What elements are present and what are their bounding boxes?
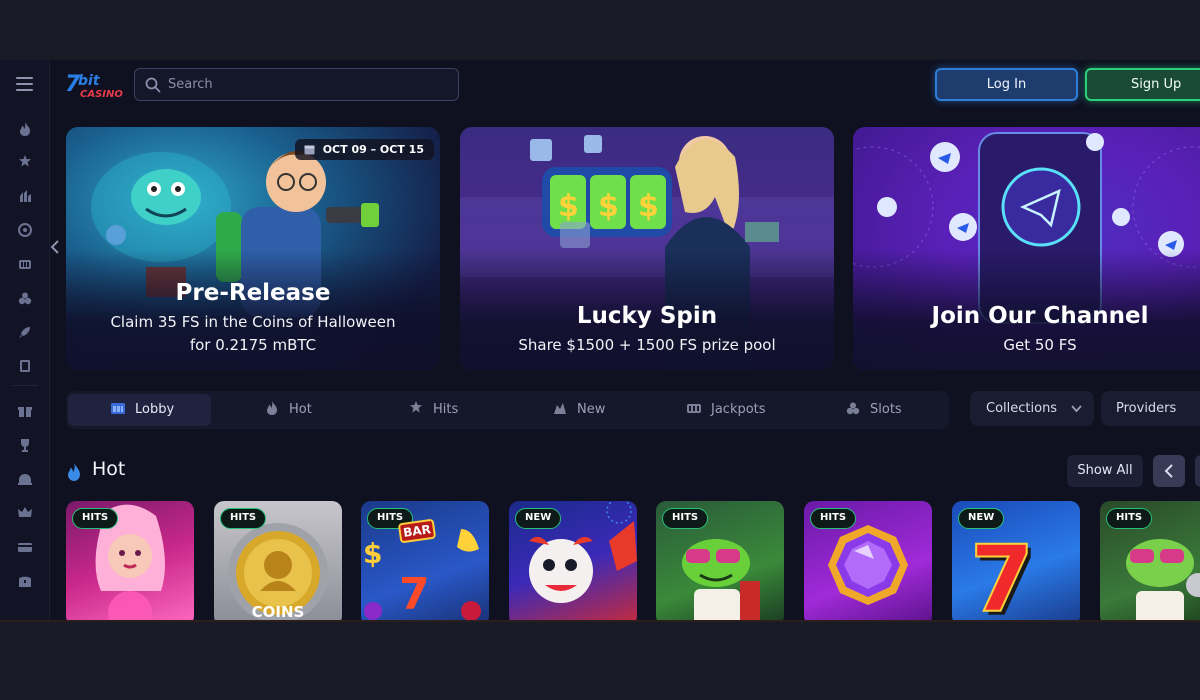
game-tile[interactable]: HITS [1100, 501, 1200, 620]
svg-text:$: $ [598, 189, 619, 224]
tab-label: Jackpots [711, 402, 766, 417]
wallet-icon[interactable] [15, 539, 35, 559]
tab-new[interactable]: New [552, 394, 652, 426]
rocket-icon[interactable] [15, 324, 35, 344]
stars-icon[interactable] [15, 154, 35, 174]
search-input[interactable]: Search [168, 77, 213, 92]
svg-text:bit: bit [78, 73, 101, 89]
menu-icon[interactable] [16, 77, 33, 91]
svg-text:CASINO: CASINO [80, 89, 123, 100]
promo-banner-lucky-spin[interactable]: $ $ $ Lucky Spin Share $1500 + 1500 FS p… [460, 127, 834, 370]
chest-icon[interactable] [15, 573, 35, 593]
banner-subtitle: Share $1500 + 1500 FS prize pool [518, 336, 776, 354]
vip-icon[interactable] [15, 471, 35, 491]
game-tile[interactable]: HITS COINS [214, 501, 342, 620]
top-letterbox [0, 0, 1200, 60]
tab-label: New [577, 402, 606, 417]
promo-banner-join-channel[interactable]: Join Our Channel Get 50 FS [853, 127, 1200, 370]
tab-slots[interactable]: Slots [845, 394, 945, 426]
tab-hot[interactable]: Hot [264, 394, 364, 426]
svg-text:7: 7 [399, 569, 430, 620]
svg-text:$: $ [558, 189, 579, 224]
sidebar-divider [12, 385, 38, 386]
new-icon [554, 403, 566, 414]
tab-lobby[interactable]: Lobby [68, 394, 211, 426]
tab-label: Lobby [135, 402, 175, 417]
banner-subtitle: Get 50 FS [1003, 336, 1077, 354]
chevron-down-icon [1071, 405, 1082, 413]
jackpot-icon[interactable] [15, 256, 35, 276]
bottom-letterbox [0, 620, 1200, 700]
providers-label: Providers [1116, 401, 1177, 416]
calendar-icon [304, 145, 315, 155]
date-badge: OCT 09 – OCT 15 [294, 139, 434, 160]
game-badge: HITS [662, 508, 709, 529]
game-tile[interactable]: 7 7 NEW [952, 501, 1080, 620]
game-badge: HITS [72, 508, 119, 529]
sidebar [0, 60, 50, 620]
crown-icon[interactable] [15, 505, 35, 525]
signup-button[interactable]: Sign Up [1085, 68, 1200, 101]
game-tile[interactable]: NEW [509, 501, 637, 620]
banner-subtitle: Claim 35 FS in the Coins of Halloween [110, 313, 396, 331]
show-all-button[interactable]: Show All [1067, 455, 1143, 487]
login-button[interactable]: Log In [935, 68, 1078, 101]
section-title: Hot [92, 458, 126, 480]
logo[interactable]: 7 bit CASINO [64, 68, 126, 102]
fire-icon [68, 463, 80, 481]
trophy-icon[interactable] [15, 437, 35, 457]
collections-label: Collections [986, 401, 1058, 416]
fire-icon [267, 401, 277, 415]
date-range: OCT 09 – OCT 15 [322, 143, 424, 156]
collections-dropdown[interactable]: Collections [970, 391, 1094, 426]
tab-label: Hot [289, 402, 312, 417]
banner-subtitle-2: for 0.2175 mBTC [189, 336, 317, 354]
tab-label: Hits [433, 402, 459, 417]
banner-title: Pre-Release [175, 280, 331, 306]
game-tile[interactable]: HITS [66, 501, 194, 620]
game-tile[interactable]: HITS [656, 501, 784, 620]
providers-dropdown[interactable]: Providers [1101, 391, 1200, 426]
carousel-next-button[interactable] [1195, 455, 1200, 487]
tab-jackpots[interactable]: Jackpots [686, 394, 806, 426]
banner-prev-arrow-icon[interactable] [50, 240, 62, 258]
chevron-left-icon [1164, 464, 1173, 478]
hits-icon [410, 401, 422, 413]
cherries-icon[interactable] [15, 290, 35, 310]
fire-icon[interactable] [15, 121, 35, 141]
tab-label: Slots [870, 402, 902, 417]
tab-hits[interactable]: Hits [408, 394, 508, 426]
search-icon [144, 76, 162, 94]
casino-app: 7 bit CASINO Search Log In Sign Up OCT 0… [0, 60, 1200, 620]
game-badge: HITS [810, 508, 857, 529]
svg-text:$: $ [363, 537, 382, 570]
game-tile[interactable]: HITS [804, 501, 932, 620]
cherries-icon [846, 402, 860, 415]
game-badge: NEW [515, 508, 562, 529]
category-tabs: Lobby Hot Hits New Jackpots Slots [66, 391, 949, 429]
game-badge: HITS [220, 508, 267, 529]
svg-text:7: 7 [970, 526, 1034, 620]
search-bar[interactable]: Search [134, 68, 459, 101]
jackpot-icon [687, 404, 701, 413]
game-tile[interactable]: $ 7 HITS BAR [361, 501, 489, 620]
svg-text:$: $ [638, 189, 659, 224]
target-icon[interactable] [15, 222, 35, 242]
hits-icon[interactable] [15, 188, 35, 208]
banner-title: Lucky Spin [576, 303, 718, 329]
game-badge: NEW [958, 508, 1005, 529]
lobby-icon [111, 403, 125, 414]
gift-icon[interactable] [15, 403, 35, 423]
cards-icon[interactable] [15, 358, 35, 378]
banner-title: Join Our Channel [931, 303, 1149, 329]
game-art-label: COINS [251, 603, 305, 620]
carousel-prev-button[interactable] [1153, 455, 1185, 487]
promo-banner-pre-release[interactable]: OCT 09 – OCT 15 Pre-Release Claim 35 FS … [66, 127, 440, 370]
game-badge: HITS [1106, 508, 1153, 529]
